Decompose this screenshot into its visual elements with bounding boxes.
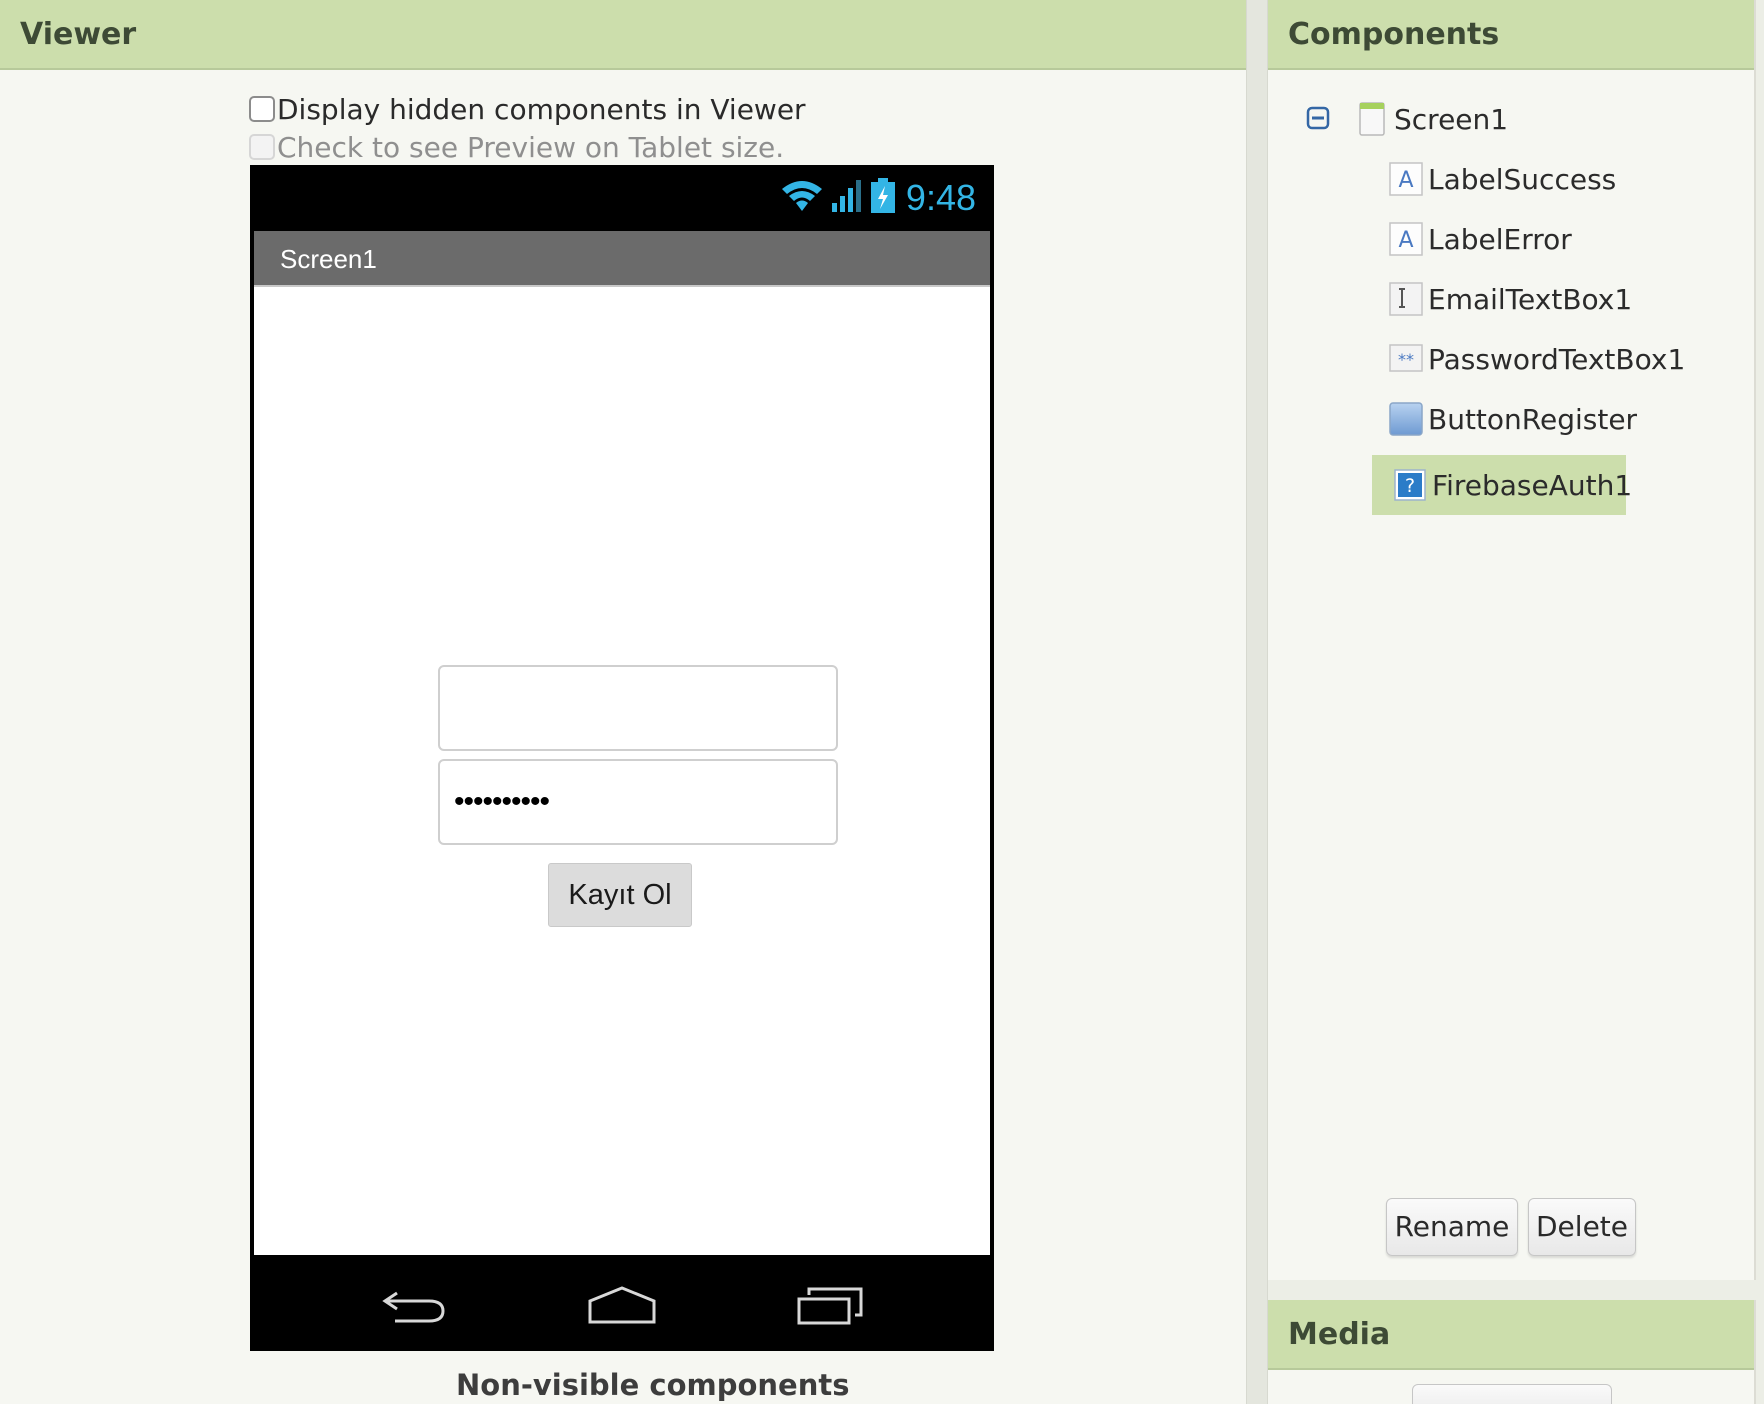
display-hidden-checkbox[interactable] — [249, 96, 275, 122]
component-item[interactable]: ** PasswordTextBox1 — [1388, 334, 1685, 384]
phone-title-bar: Screen1 — [254, 231, 990, 287]
extension-icon: ? — [1394, 469, 1426, 501]
upload-file-button[interactable] — [1412, 1384, 1612, 1404]
components-header: Components — [1268, 0, 1754, 70]
status-time: 9:48 — [905, 177, 976, 218]
component-item[interactable]: A LabelError — [1388, 214, 1572, 264]
component-screen1[interactable]: Screen1 — [1354, 94, 1508, 144]
display-hidden-label: Display hidden components in Viewer — [277, 92, 806, 126]
display-hidden-row[interactable]: Display hidden components in Viewer — [249, 92, 806, 126]
viewer-panel: Viewer Display hidden components in View… — [0, 0, 1246, 1404]
screen-icon — [1359, 102, 1385, 136]
label-icon: A — [1389, 162, 1423, 196]
tablet-preview-row[interactable]: Check to see Preview on Tablet size. — [249, 130, 784, 164]
password-textbox[interactable]: •••••••••• — [438, 759, 838, 845]
component-item[interactable]: EmailTextBox1 — [1388, 274, 1632, 324]
signal-icon — [830, 179, 864, 217]
phone-screen: •••••••••• Kayıt Ol — [254, 287, 990, 1255]
tablet-preview-label: Check to see Preview on Tablet size. — [277, 130, 785, 164]
phone-preview: 9:48 Screen1 •••••••••• Kayıt Ol — [250, 165, 994, 1351]
rename-button[interactable]: Rename — [1386, 1198, 1518, 1256]
register-button[interactable]: Kayıt Ol — [548, 863, 692, 927]
component-item-selected[interactable]: ? FirebaseAuth1 — [1392, 460, 1632, 510]
component-label: LabelSuccess — [1428, 162, 1617, 196]
nonvisible-components-label: Non-visible components — [456, 1368, 850, 1402]
component-label: EmailTextBox1 — [1428, 282, 1633, 316]
email-textbox[interactable] — [438, 665, 838, 751]
label-icon: A — [1389, 222, 1423, 256]
component-label: PasswordTextBox1 — [1428, 342, 1686, 376]
textbox-icon — [1389, 282, 1423, 316]
home-icon[interactable] — [587, 1285, 657, 1325]
delete-button[interactable]: Delete — [1528, 1198, 1636, 1256]
button-icon — [1389, 402, 1423, 436]
svg-text:A: A — [1398, 228, 1413, 253]
battery-charging-icon — [870, 178, 896, 218]
component-item[interactable]: ButtonRegister — [1388, 394, 1637, 444]
media-panel: Media — [1268, 1300, 1756, 1404]
password-textbox-icon: ** — [1389, 344, 1423, 372]
phone-status-bar: 9:48 — [250, 165, 994, 231]
phone-nav-bar — [250, 1259, 994, 1351]
back-icon[interactable] — [381, 1285, 447, 1325]
components-panel: Components Screen1 A LabelSuccess A Labe… — [1268, 0, 1756, 1280]
wifi-icon — [780, 179, 824, 217]
recent-apps-icon[interactable] — [797, 1285, 863, 1325]
component-label: Screen1 — [1394, 102, 1509, 136]
svg-text:?: ? — [1405, 475, 1415, 497]
svg-text:A: A — [1398, 168, 1413, 193]
tablet-preview-checkbox[interactable] — [249, 134, 275, 160]
viewer-header: Viewer — [0, 0, 1246, 70]
panel-splitter[interactable] — [1246, 0, 1268, 1404]
svg-text:**: ** — [1398, 350, 1414, 369]
collapse-toggle[interactable] — [1300, 93, 1340, 143]
media-header: Media — [1268, 1300, 1754, 1370]
component-label: FirebaseAuth1 — [1432, 468, 1633, 502]
component-item[interactable]: A LabelSuccess — [1388, 154, 1616, 204]
collapse-icon[interactable] — [1300, 100, 1336, 136]
component-label: ButtonRegister — [1428, 402, 1638, 436]
component-label: LabelError — [1428, 222, 1572, 256]
